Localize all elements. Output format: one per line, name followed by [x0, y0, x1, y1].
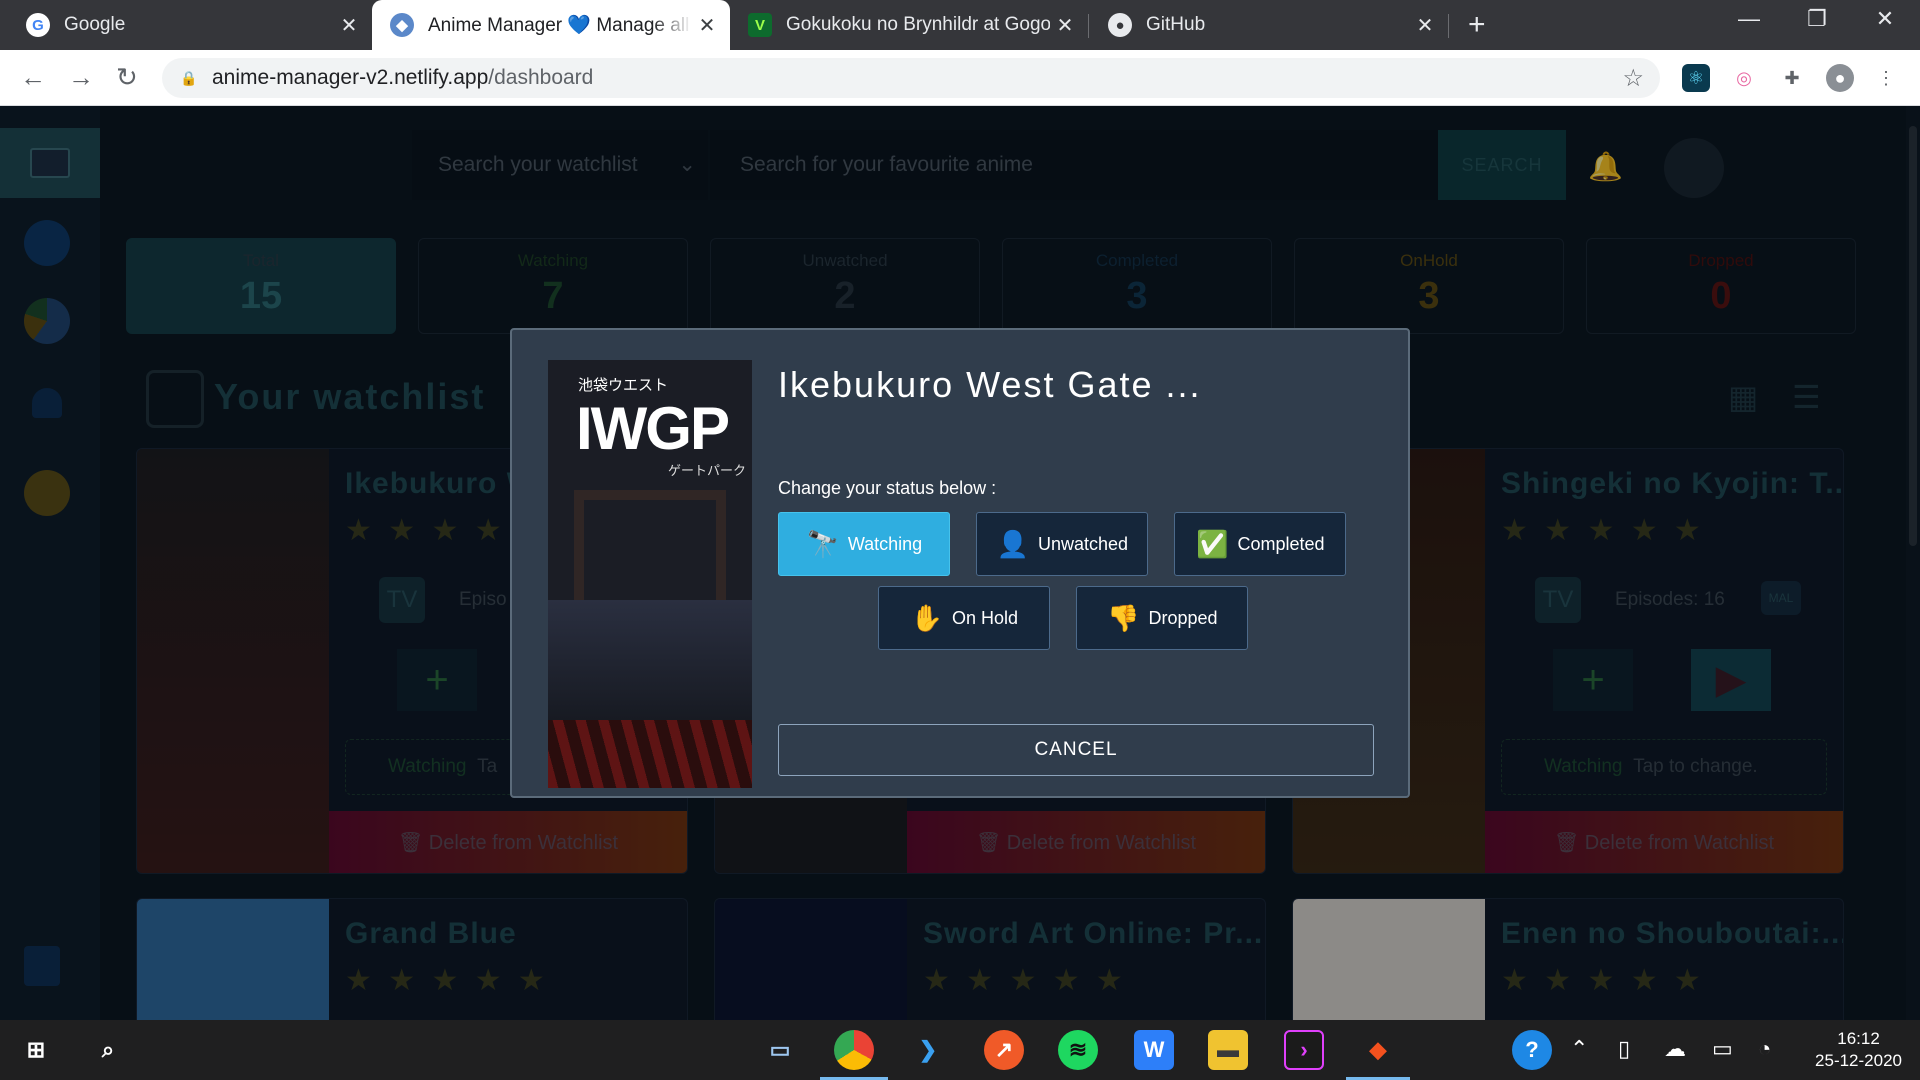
status-watching-button[interactable]: 🔭 Watching	[778, 512, 950, 576]
tab-gogoanime[interactable]: V Gokukoku no Brynhildr at Gogoa ✕	[730, 0, 1088, 50]
restore-button[interactable]: ❐	[1782, 6, 1852, 32]
poster-logo-text: IWGP	[576, 395, 730, 462]
extensions-puzzle-icon[interactable]: ✚	[1778, 64, 1806, 92]
cancel-button[interactable]: CANCEL	[778, 724, 1374, 776]
status-button-label: Unwatched	[1037, 533, 1129, 554]
close-tab-icon[interactable]: ✕	[1410, 13, 1440, 38]
lock-icon: 🔒	[180, 70, 198, 86]
poster-subtitle: ゲートパーク	[668, 463, 747, 478]
github-icon: ●	[1108, 13, 1132, 37]
git-kraken-icon[interactable]: ◆	[1358, 1030, 1398, 1070]
status-button-label: Watching	[847, 533, 923, 554]
poster-crowd-shape	[548, 600, 752, 720]
hand-icon: ✋	[910, 602, 944, 633]
tab-google[interactable]: G Google ✕	[0, 0, 372, 50]
status-onhold-button[interactable]: ✋ On Hold	[878, 586, 1050, 650]
status-prompt: Change your status below :	[778, 478, 997, 498]
url-domain: anime-manager-v2.netlify.app	[212, 66, 489, 89]
binoculars-icon: 🔭	[806, 528, 839, 559]
desktop-icon[interactable]: ▭	[760, 1030, 800, 1070]
clock-time: 16:12	[1837, 1029, 1880, 1048]
forward-icon[interactable]: →	[68, 62, 94, 93]
tab-anime-manager[interactable]: ◆ Anime Manager 💙 Manage all y ✕	[372, 0, 730, 50]
react-devtools-icon[interactable]: ⚛	[1682, 64, 1710, 92]
status-dropped-button[interactable]: 👎 Dropped	[1076, 586, 1248, 650]
back-icon[interactable]: ←	[20, 62, 46, 93]
help-icon[interactable]: ?	[1512, 1030, 1552, 1070]
status-button-label: On Hold	[951, 607, 1019, 628]
tab-title: Google	[64, 14, 126, 35]
profile-avatar-icon[interactable]: ●	[1826, 64, 1854, 92]
modal-title: Ikebukuro West Gate ...	[778, 364, 1202, 405]
reload-icon[interactable]: ↻	[116, 62, 138, 93]
wps-writer-icon[interactable]: W	[1134, 1030, 1174, 1070]
tab-title: Gokukoku no Brynhildr at Gogoa	[786, 14, 1050, 35]
close-tab-icon[interactable]: ✕	[692, 13, 722, 38]
poster-japanese-title: 池袋ウエスト	[578, 376, 669, 394]
menu-kebab-icon[interactable]: ⋮	[1872, 64, 1900, 92]
status-button-label: Dropped	[1148, 607, 1218, 628]
terminal-icon[interactable]: ›	[1284, 1030, 1324, 1070]
tab-title: GitHub	[1146, 14, 1206, 35]
tab-separator	[1448, 14, 1449, 38]
tab-github[interactable]: ● GitHub ✕	[1090, 0, 1448, 50]
search-icon[interactable]: ⌕	[88, 1030, 128, 1070]
postman-icon[interactable]: ↗	[984, 1030, 1024, 1070]
bookmark-star-icon[interactable]: ☆	[1622, 64, 1644, 93]
browser-tab-strip: G Google ✕ ◆ Anime Manager 💙 Manage all …	[0, 0, 1920, 50]
battery-icon[interactable]: ▭	[1712, 1036, 1733, 1062]
browser-toolbar: ← → ↻ 🔒 anime-manager-v2.netlify.app/das…	[0, 50, 1920, 106]
url-path: /dashboard	[488, 66, 594, 89]
address-bar[interactable]: 🔒 anime-manager-v2.netlify.app/dashboard…	[162, 58, 1660, 98]
person-icon: 👤	[996, 528, 1030, 559]
tray-device-icon[interactable]: ▯	[1618, 1036, 1630, 1062]
vscode-icon[interactable]: ❯	[908, 1030, 948, 1070]
clock-date: 25-12-2020	[1815, 1051, 1902, 1070]
onedrive-cloud-icon[interactable]: ☁	[1664, 1036, 1686, 1062]
extension-icon[interactable]: ◎	[1730, 64, 1758, 92]
check-person-icon: ✅	[1196, 528, 1229, 559]
status-completed-button[interactable]: ✅ Completed	[1174, 512, 1346, 576]
status-button-label: Completed	[1237, 533, 1325, 554]
windows-start-icon[interactable]: ⊞	[16, 1030, 56, 1070]
anime-manager-icon: ◆	[390, 13, 414, 37]
wifi-icon[interactable]: ◔	[1758, 1036, 1771, 1062]
url-text: anime-manager-v2.netlify.app/dashboard	[212, 66, 593, 90]
close-tab-icon[interactable]: ✕	[334, 13, 364, 38]
status-unwatched-button[interactable]: 👤 Unwatched	[976, 512, 1148, 576]
modal-anime-poster: 池袋ウエスト IWGP ゲートパーク	[548, 360, 752, 788]
minimize-button[interactable]: —	[1714, 6, 1784, 32]
poster-road-shape	[548, 720, 752, 788]
status-modal: 池袋ウエスト IWGP ゲートパーク Ikebukuro West Gate .…	[510, 328, 1410, 798]
system-clock[interactable]: 16:12 25-12-2020	[1815, 1028, 1902, 1072]
spotify-icon[interactable]: ≋	[1058, 1030, 1098, 1070]
tab-separator	[1088, 14, 1089, 38]
tray-chevron-up-icon[interactable]: ⌃	[1570, 1036, 1588, 1062]
chrome-icon[interactable]	[834, 1030, 874, 1070]
windows-taskbar: ⊞ ⌕ ▭ ❯ ↗ ≋ W ▬ › ◆ ? ⌃ ▯ ☁ ▭ ◔ 16:12 25…	[0, 1020, 1920, 1080]
tab-title: Anime Manager 💙 Manage all y	[428, 15, 692, 36]
file-explorer-icon[interactable]: ▬	[1208, 1030, 1248, 1070]
close-tab-icon[interactable]: ✕	[1050, 13, 1080, 38]
new-tab-button[interactable]: +	[1468, 8, 1486, 42]
google-icon: G	[26, 13, 50, 37]
window-close-button[interactable]: ✕	[1850, 6, 1920, 32]
thumbs-down-icon: 👎	[1107, 602, 1140, 633]
gogoanime-icon: V	[748, 13, 772, 37]
